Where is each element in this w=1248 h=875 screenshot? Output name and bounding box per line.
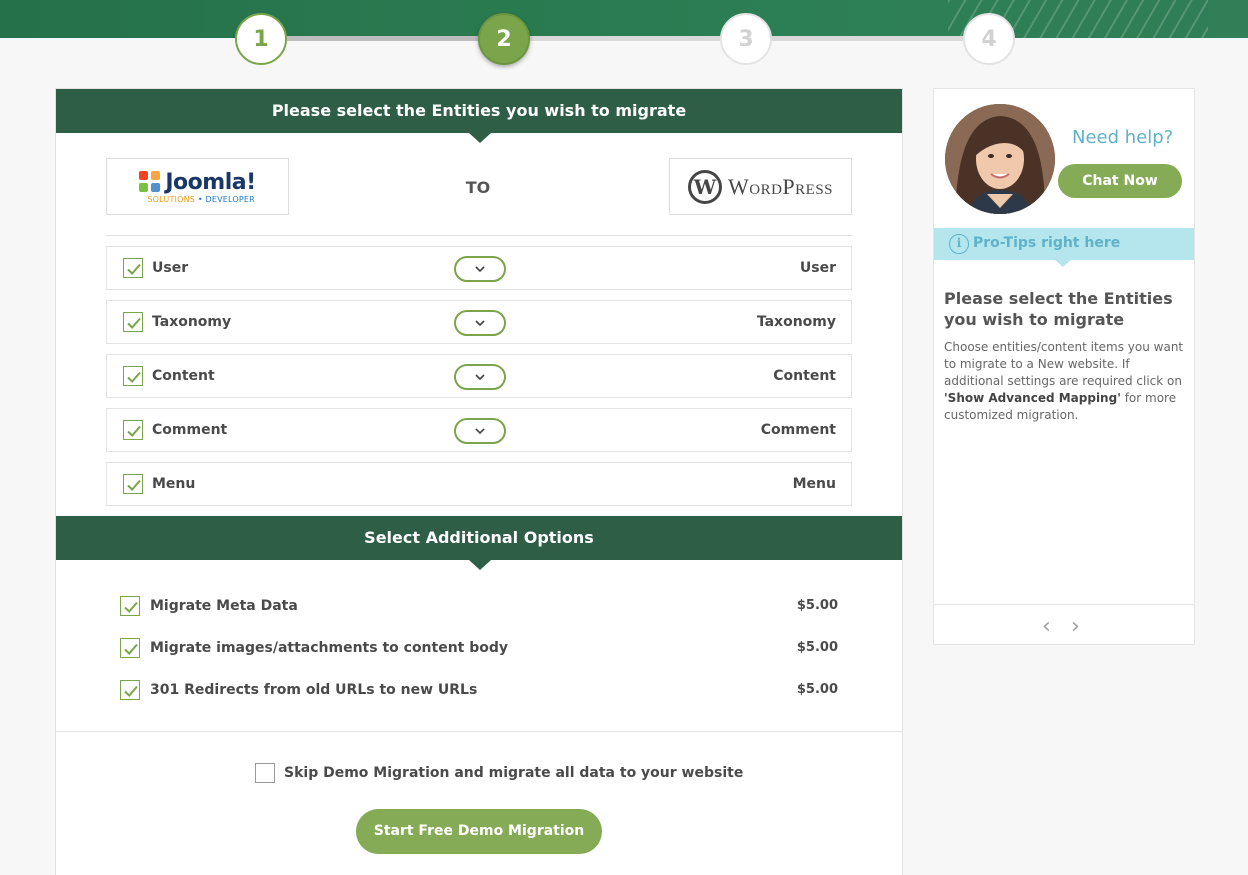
progress-track-1 [261, 36, 504, 41]
protips-label: Pro-Tips right here [973, 235, 1121, 251]
entities-section-title: Please select the Entities you wish to m… [56, 89, 902, 143]
entity-target-label: Menu [792, 476, 836, 492]
entity-row-comment: Comment Comment [106, 408, 852, 452]
entity-checkbox-taxonomy[interactable] [123, 312, 143, 332]
option-label: Migrate images/attachments to content bo… [150, 640, 509, 656]
step-3[interactable]: 3 [720, 13, 772, 65]
checkmark-icon [127, 479, 141, 491]
option-checkbox-images[interactable] [120, 638, 140, 658]
entity-row-menu: Menu Menu [106, 462, 852, 506]
wordpress-logo: W WordPress [669, 158, 852, 215]
top-banner [0, 0, 1248, 38]
skip-demo-label: Skip Demo Migration and migrate all data… [284, 765, 744, 781]
option-row-redirects: 301 Redirects from old URLs to new URLs … [120, 678, 838, 720]
joomla-logo-subtitle: SOLUTIONS • DEVELOPER [147, 194, 255, 204]
checkmark-icon [127, 263, 141, 275]
support-agent-avatar [945, 104, 1055, 214]
option-price: $5.00 [796, 682, 838, 697]
option-price: $5.00 [796, 640, 838, 655]
tip-title: Please select the Entities you wish to m… [944, 289, 1173, 329]
step-4[interactable]: 4 [963, 13, 1015, 65]
start-demo-button[interactable]: Start Free Demo Migration [356, 809, 602, 854]
migration-panel: Please select the Entities you wish to m… [55, 88, 903, 875]
chat-now-button[interactable]: Chat Now [1058, 164, 1182, 198]
entity-row-taxonomy: Taxonomy Taxonomy [106, 300, 852, 344]
options-section-title: Select Additional Options [56, 516, 902, 570]
advanced-mapping-toggle-user[interactable] [454, 256, 506, 282]
tip-body: Choose entities/content items you want t… [944, 340, 1184, 422]
checkmark-icon [127, 317, 141, 329]
advanced-mapping-toggle-comment[interactable] [454, 418, 506, 444]
joomla-mark-icon [139, 171, 161, 193]
entity-list: User User Taxonomy Taxonomy Content Cont… [106, 246, 852, 516]
previous-tip-icon[interactable]: ‹ [1042, 614, 1051, 639]
wordpress-logo-text: WordPress [727, 173, 834, 199]
checkmark-icon [124, 601, 138, 613]
entity-checkbox-content[interactable] [123, 366, 143, 386]
to-label: TO [465, 178, 491, 197]
skip-demo-checkbox[interactable] [255, 763, 275, 783]
option-label: Migrate Meta Data [150, 598, 298, 614]
joomla-logo: Joomla! SOLUTIONS • DEVELOPER [106, 158, 289, 215]
divider [56, 731, 902, 732]
additional-options-list: Migrate Meta Data $5.00 Migrate images/a… [120, 594, 838, 720]
chevron-down-icon [475, 320, 485, 327]
entity-checkbox-user[interactable] [123, 258, 143, 278]
advanced-mapping-toggle-content[interactable] [454, 364, 506, 390]
sidebar-footer-divider [934, 604, 1194, 605]
option-price: $5.00 [796, 598, 838, 613]
entity-target-label: User [799, 260, 836, 276]
checkmark-icon [124, 685, 138, 697]
entity-source-label: Comment [152, 422, 228, 438]
entity-source-label: User [152, 260, 189, 276]
step-1[interactable]: 1 [235, 13, 287, 65]
entity-target-label: Taxonomy [756, 314, 836, 330]
platform-logos: Joomla! SOLUTIONS • DEVELOPER TO W WordP… [56, 133, 902, 236]
wordpress-mark-icon: W [687, 169, 722, 204]
need-help-text: Need help? [1072, 127, 1174, 148]
option-checkbox-redirects[interactable] [120, 680, 140, 700]
option-row-meta-data: Migrate Meta Data $5.00 [120, 594, 838, 636]
option-checkbox-meta-data[interactable] [120, 596, 140, 616]
joomla-logo-text: Joomla! [165, 169, 256, 195]
step-2[interactable]: 2 [478, 13, 530, 65]
advanced-mapping-toggle-taxonomy[interactable] [454, 310, 506, 336]
entity-row-content: Content Content [106, 354, 852, 398]
checkmark-icon [124, 643, 138, 655]
next-tip-icon[interactable]: › [1071, 614, 1080, 639]
entity-target-label: Comment [760, 422, 836, 438]
help-sidebar: Need help? Chat Now i Pro-Tips right her… [933, 88, 1195, 645]
entity-target-label: Content [773, 368, 836, 384]
option-row-images: Migrate images/attachments to content bo… [120, 636, 838, 678]
protips-banner: i Pro-Tips right here [934, 228, 1194, 267]
option-label: 301 Redirects from old URLs to new URLs [150, 682, 478, 698]
entity-source-label: Menu [152, 476, 196, 492]
entity-source-label: Content [152, 368, 215, 384]
checkmark-icon [127, 371, 141, 383]
entity-source-label: Taxonomy [152, 314, 232, 330]
chevron-down-icon [475, 266, 485, 273]
entity-checkbox-comment[interactable] [123, 420, 143, 440]
chevron-down-icon [475, 428, 485, 435]
entity-row-user: User User [106, 246, 852, 290]
entity-checkbox-menu[interactable] [123, 474, 143, 494]
checkmark-icon [127, 425, 141, 437]
info-icon: i [949, 234, 969, 254]
chevron-down-icon [475, 374, 485, 381]
